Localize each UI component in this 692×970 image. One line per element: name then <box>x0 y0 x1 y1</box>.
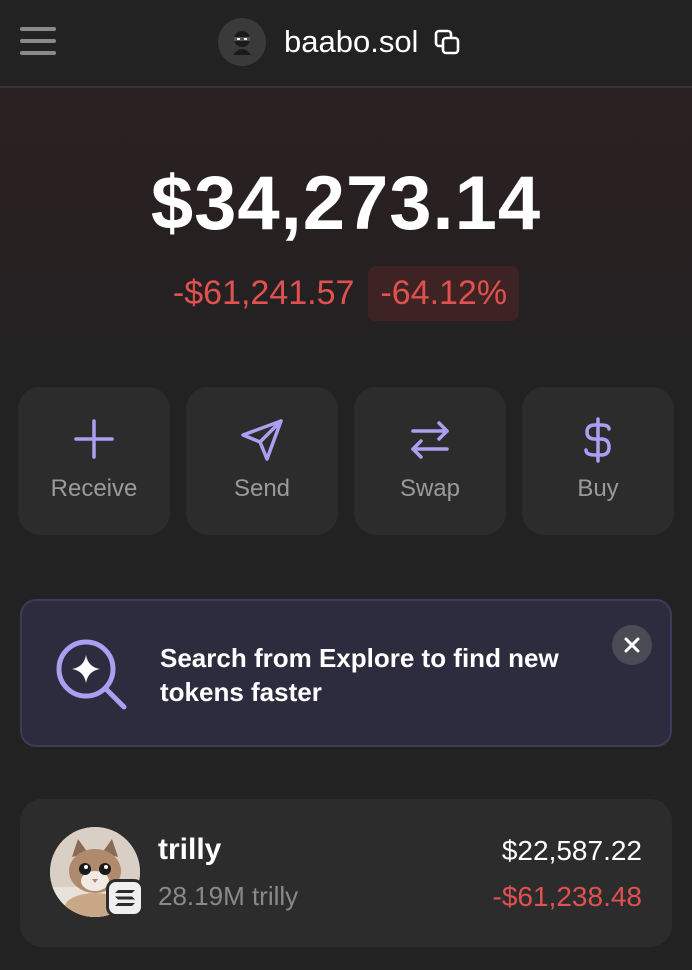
token-change: -$61,238.48 <box>492 881 642 912</box>
header: baabo.sol <box>0 0 692 88</box>
action-bar: Receive Send Swap Buy <box>18 387 674 535</box>
token-quantity: 28.19M trilly <box>158 881 299 911</box>
swap-icon <box>411 421 449 459</box>
receive-button[interactable]: Receive <box>18 387 170 535</box>
close-icon[interactable] <box>612 625 652 665</box>
menu-icon[interactable] <box>18 24 58 58</box>
token-name: trilly <box>158 833 222 866</box>
token-value: $22,587.22 <box>501 835 642 866</box>
dollar-icon <box>584 417 611 463</box>
send-button[interactable]: Send <box>186 387 338 535</box>
send-icon <box>241 419 283 461</box>
copy-icon[interactable] <box>434 29 460 55</box>
buy-label: Buy <box>577 475 619 502</box>
swap-button[interactable]: Swap <box>354 387 506 535</box>
buy-button[interactable]: Buy <box>522 387 674 535</box>
token-row-trilly[interactable]: trilly 28.19M trilly $22,587.22 -$61,238… <box>20 799 672 947</box>
solana-badge-icon <box>106 879 144 917</box>
account-avatar <box>218 18 266 66</box>
send-label: Send <box>233 475 291 502</box>
change-amount: -$61,241.57 <box>172 274 355 312</box>
swap-label: Swap <box>399 475 461 502</box>
plus-icon <box>74 419 114 459</box>
account-selector[interactable]: baabo.sol <box>218 17 460 67</box>
explore-promo-banner[interactable]: Search from Explore to find new tokens f… <box>20 599 672 747</box>
portfolio-change: -$61,241.57 -64.12% <box>0 266 692 321</box>
banner-message: Search from Explore to find new tokens f… <box>160 643 559 707</box>
portfolio-balance: $34,273.14 <box>150 161 542 246</box>
account-name: baabo.sol <box>284 24 419 59</box>
receive-label: Receive <box>50 475 138 502</box>
change-percent-badge: -64.12% <box>368 266 520 321</box>
search-sparkle-icon <box>56 639 127 710</box>
ninja-icon <box>233 31 251 55</box>
portfolio-summary: $34,273.14 -$61,241.57 -64.12% <box>0 88 692 378</box>
